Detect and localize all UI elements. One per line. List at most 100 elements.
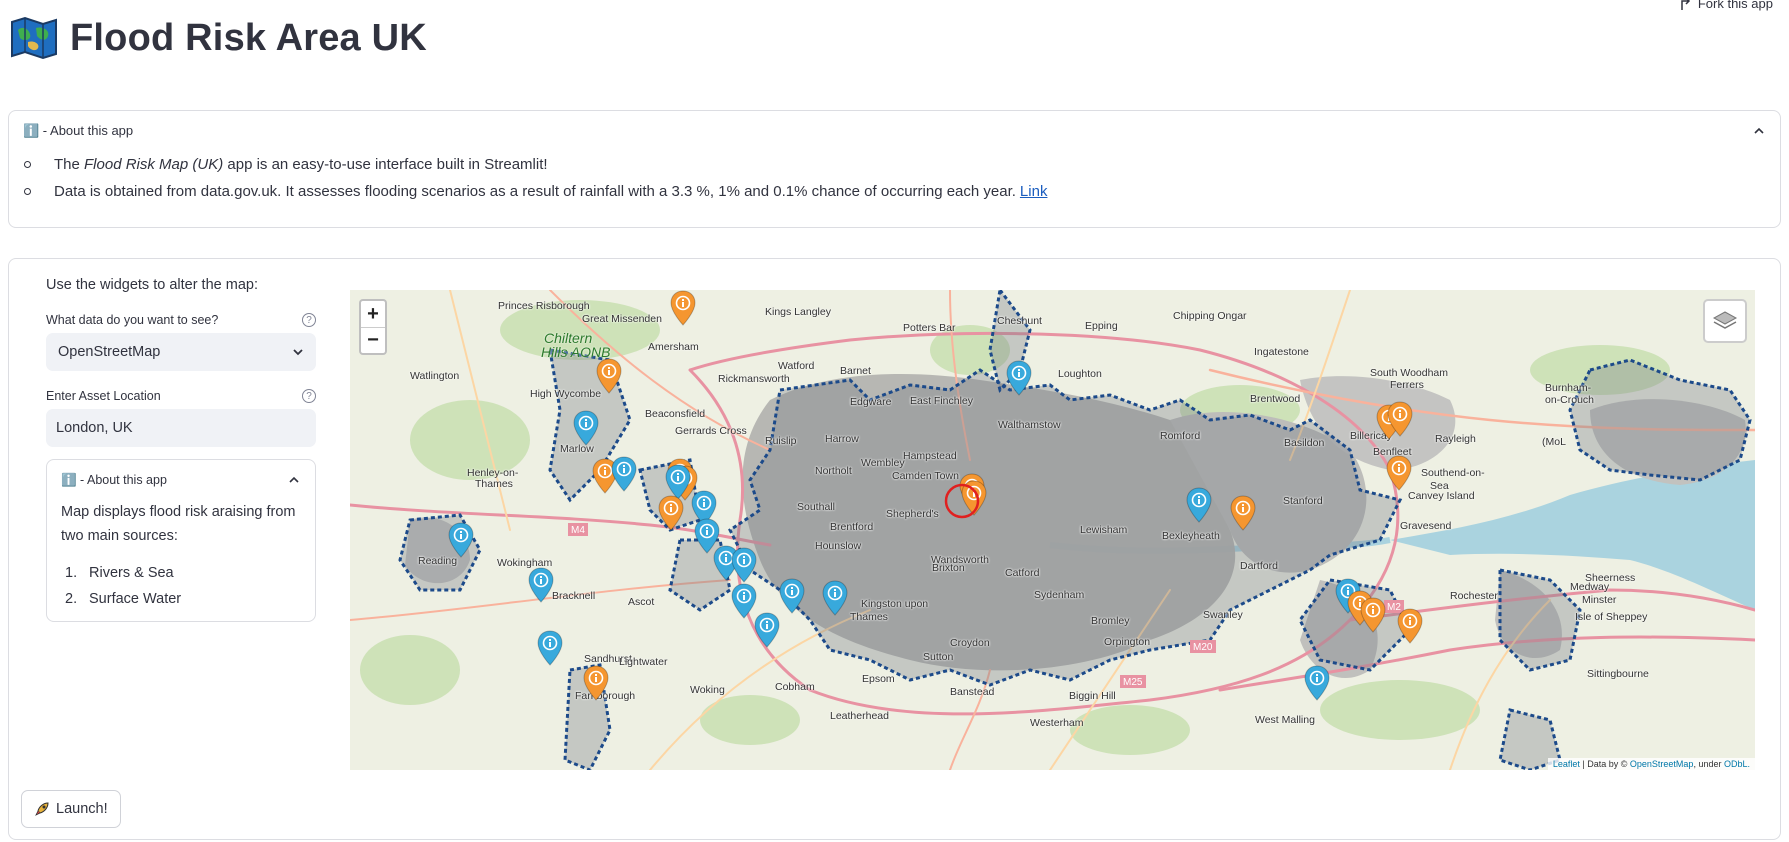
info-marker-icon[interactable] [754, 612, 780, 648]
place-label: Sutton [923, 651, 954, 663]
place-label: Hampstead [903, 450, 957, 462]
place-label: Beaconsfield [645, 408, 706, 420]
place-label: Gravesend [1400, 520, 1452, 532]
info-marker-icon[interactable] [528, 567, 554, 603]
info-marker-icon[interactable] [1397, 608, 1423, 644]
launch-button[interactable]: Launch! [21, 790, 121, 828]
data-select-label-row: What data do you want to see? ? [46, 313, 316, 327]
list-number: 1. [65, 565, 78, 581]
place-label: Banstead [950, 686, 995, 698]
place-label: Bexleyheath [1162, 530, 1220, 542]
bullet-text-post: app is an easy-to-use interface built in… [223, 156, 548, 173]
place-label: Gerrards Cross [675, 425, 747, 437]
place-label: Thames [475, 478, 513, 490]
bullet-text: Data is obtained from data.gov.uk. It as… [54, 183, 1016, 200]
info-marker-icon[interactable] [583, 665, 609, 701]
info-marker-icon[interactable] [779, 578, 805, 614]
place-label: Bracknell [552, 590, 596, 602]
data-select[interactable]: OpenStreetMap [46, 333, 316, 371]
info-marker-icon[interactable] [1386, 455, 1412, 491]
info-marker-icon[interactable] [658, 495, 684, 531]
place-label: on-Crouch [1545, 394, 1595, 406]
page-title: Flood Risk Area UK [70, 16, 427, 59]
place-label: Walthamstow [998, 419, 1061, 431]
info-marker-icon[interactable] [1360, 597, 1386, 633]
place-label: Basildon [1284, 437, 1325, 449]
location-input[interactable] [46, 409, 316, 447]
fork-app-link[interactable]: Fork this app [1680, 0, 1773, 11]
list-item: 1. Rivers & Sea [61, 560, 301, 586]
info-marker-icon[interactable] [1006, 360, 1032, 396]
help-icon[interactable]: ? [302, 313, 316, 327]
info-marker-icon[interactable] [731, 547, 757, 583]
place-label: Westerham [1030, 717, 1084, 729]
widgets-intro: Use the widgets to alter the map: [46, 277, 258, 293]
page-header: Flood Risk Area UK [10, 16, 427, 60]
attribution-mid: | Data by © [1579, 759, 1630, 769]
place-label: East Finchley [910, 395, 974, 407]
place-label: Romford [1160, 430, 1201, 442]
place-label: Great Missenden [582, 313, 662, 325]
place-label: Potters Bar [903, 322, 956, 334]
place-label: Rickmansworth [718, 373, 790, 385]
list-item: The Flood Risk Map (UK) app is an easy-t… [23, 151, 1780, 178]
place-label: Dartford [1240, 560, 1278, 572]
place-label: Rochester [1450, 590, 1498, 602]
info-marker-icon[interactable] [1230, 495, 1256, 531]
info-marker-icon[interactable] [448, 522, 474, 558]
place-label: Kings Langley [765, 306, 831, 318]
map-attribution: Leaflet | Data by © OpenStreetMap, under… [1547, 758, 1755, 770]
selected-location-ring [944, 483, 980, 519]
place-label: Shepherd's [886, 508, 939, 520]
data-select-label: What data do you want to see? [46, 313, 219, 327]
inner-expander-label: ℹ️ - About this app [61, 472, 167, 487]
place-label: Leatherhead [830, 710, 889, 722]
osm-link[interactable]: OpenStreetMap [1630, 759, 1694, 769]
fork-label: Fork this app [1697, 0, 1773, 11]
zoom-in-button[interactable]: + [361, 301, 385, 327]
info-marker-icon[interactable] [670, 290, 696, 326]
layers-control[interactable] [1703, 299, 1747, 343]
place-label: Camden Town [892, 470, 959, 482]
data-source-link[interactable]: Link [1020, 178, 1048, 205]
zoom-control: + − [359, 299, 387, 355]
zoom-out-button[interactable]: − [361, 327, 385, 353]
help-icon[interactable]: ? [302, 389, 316, 403]
info-marker-icon[interactable] [611, 456, 637, 492]
place-label: Sea [1430, 480, 1449, 492]
place-label: High Wycombe [530, 388, 602, 400]
inner-expander-text: Map displays flood risk araising from tw… [61, 504, 296, 544]
place-label: Brixton [932, 562, 965, 574]
place-label: Brentford [830, 521, 874, 533]
place-label: Medway [1570, 581, 1610, 593]
bullet-text-pre: The [54, 156, 85, 173]
rocket-icon [35, 802, 49, 816]
inner-expander-header[interactable]: ℹ️ - About this app [61, 460, 301, 500]
info-marker-icon[interactable] [1186, 487, 1212, 523]
list-label: Surface Water [89, 591, 182, 607]
info-marker-icon[interactable] [822, 580, 848, 616]
info-marker-icon[interactable] [596, 358, 622, 394]
leaflet-link[interactable]: Leaflet [1553, 759, 1580, 769]
place-label: Hounslow [815, 540, 862, 552]
list-item: Data is obtained from data.gov.uk. It as… [23, 178, 1780, 205]
info-marker-icon[interactable] [573, 410, 599, 446]
info-marker-icon[interactable] [1387, 401, 1413, 437]
place-label: Catford [1005, 567, 1040, 579]
place-label: Kingston upon [861, 598, 929, 610]
road-label: M20 [1193, 642, 1213, 653]
place-label: Croydon [950, 637, 990, 649]
odbl-link[interactable]: ODbL. [1724, 759, 1750, 769]
place-label: Stanford [1283, 495, 1323, 507]
place-label: Northolt [815, 465, 852, 477]
info-marker-icon[interactable] [1304, 665, 1330, 701]
about-expander-header[interactable]: ℹ️ - About this app [9, 111, 1780, 151]
bullet-text-em: Flood Risk Map (UK) [84, 156, 224, 173]
chevron-up-icon [1754, 127, 1764, 134]
flood-map[interactable]: M4 M2 M20 M25 Princes Risborough Great Mi… [350, 290, 1755, 770]
place-label: Lightwater [619, 656, 668, 668]
launch-label: Launch! [56, 801, 108, 817]
map-icon [11, 16, 57, 60]
info-marker-icon[interactable] [537, 630, 563, 666]
layers-icon [1712, 311, 1738, 329]
